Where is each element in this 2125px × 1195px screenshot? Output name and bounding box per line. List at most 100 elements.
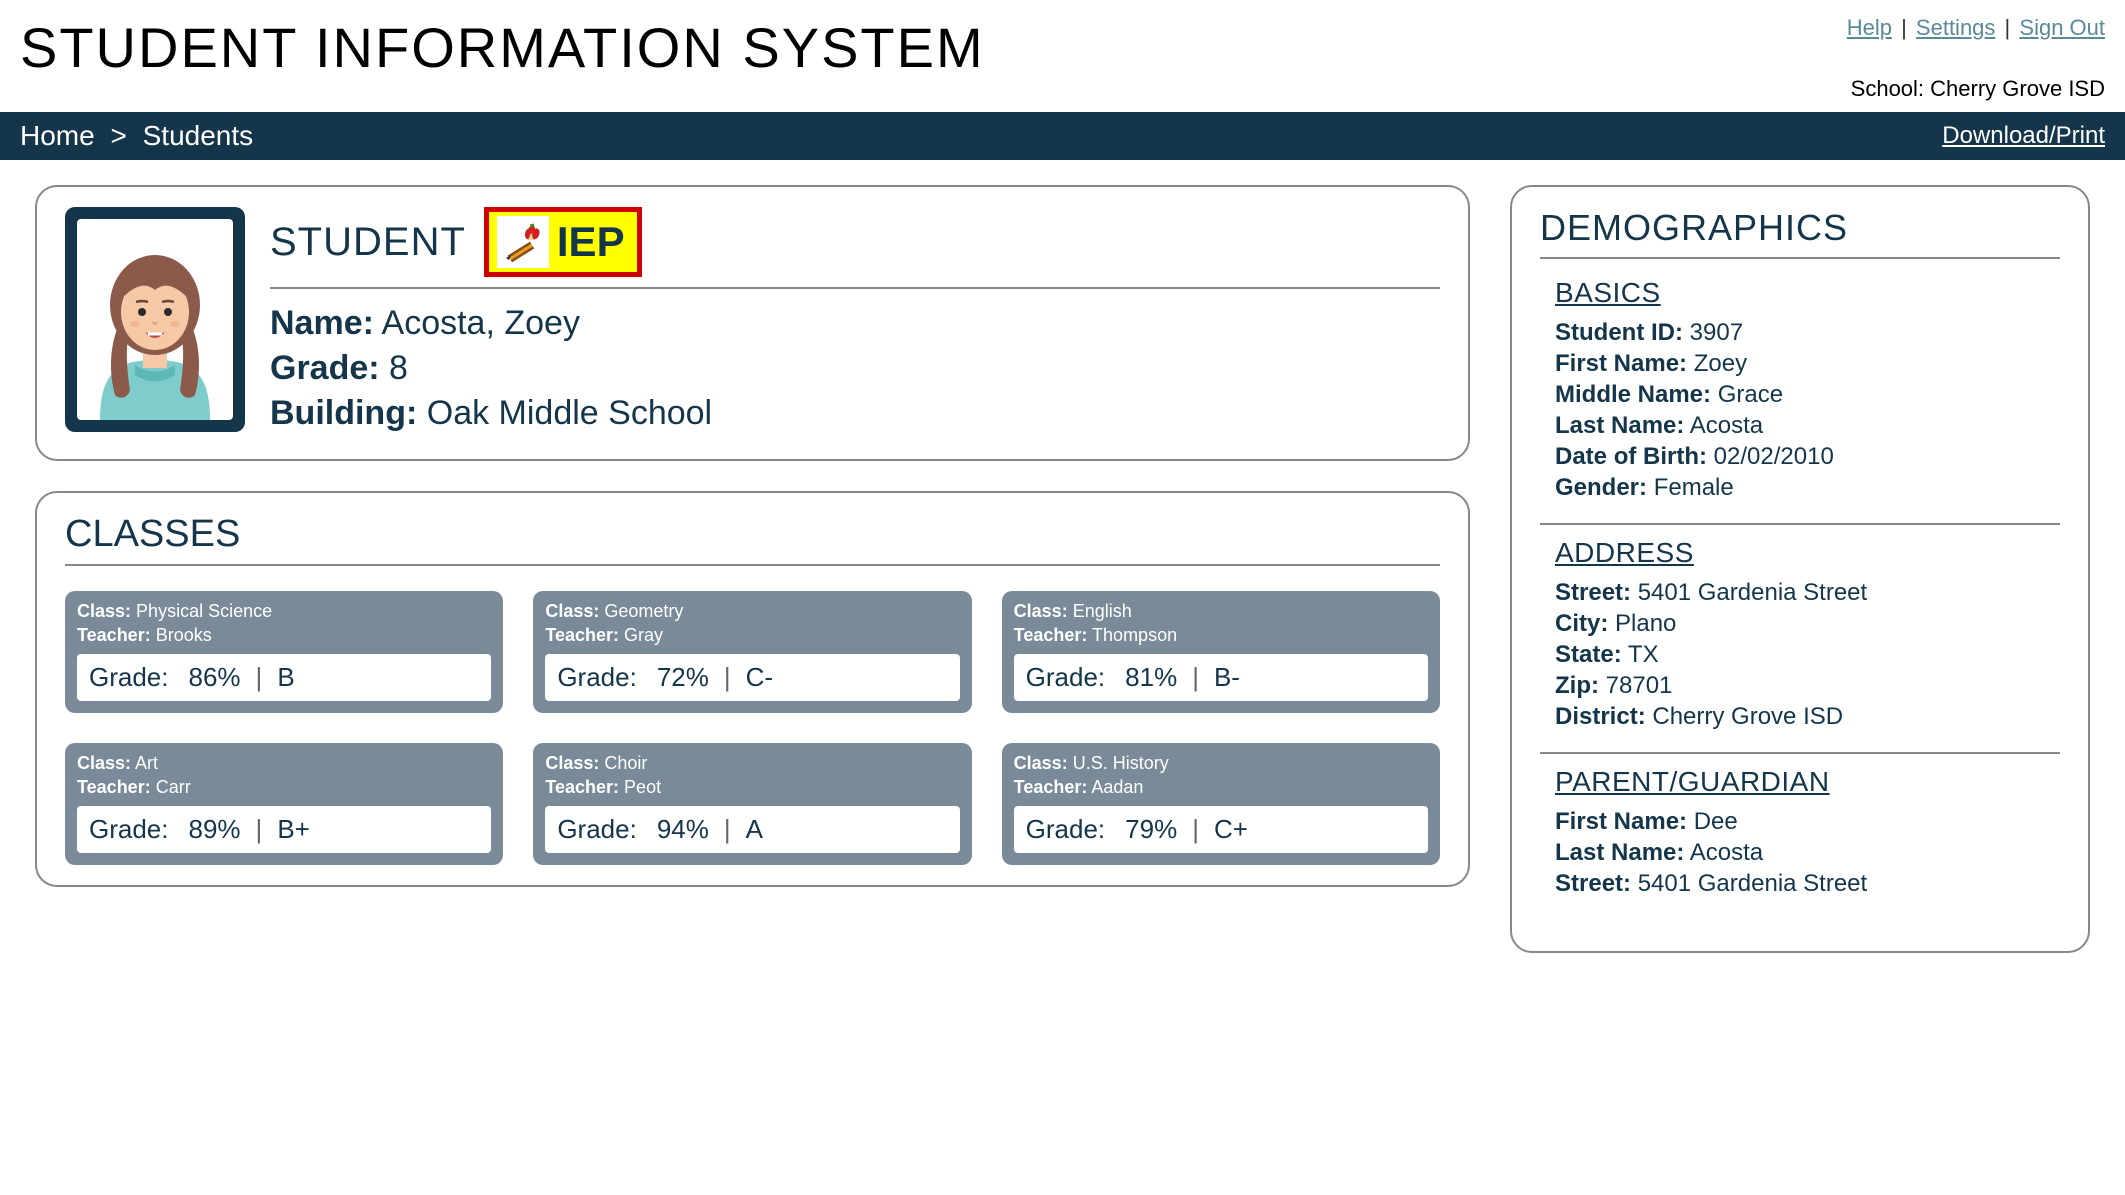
last-name-value: Acosta (1690, 412, 1763, 439)
city-label: City: (1555, 610, 1608, 637)
class-name-row: Class: U.S. History (1014, 753, 1428, 774)
grade-label: Grade: (1026, 662, 1106, 693)
separator: | (1192, 662, 1199, 693)
grade-percent: 79% (1125, 814, 1177, 845)
grade-percent: 86% (189, 662, 241, 693)
demographics-panel: DEMOGRAPHICS BASICS Student ID: 3907 Fir… (1510, 185, 2090, 953)
class-name-row: Class: English (1014, 601, 1428, 622)
iep-label: IEP (557, 218, 625, 266)
teacher-name: Brooks (156, 625, 212, 645)
teacher-row: Teacher: Peot (545, 777, 959, 798)
grade-box: Grade: 86% | B (77, 654, 491, 701)
last-name-label: Last Name: (1555, 412, 1684, 439)
class-name: Choir (604, 753, 647, 773)
guardian-street-value: 5401 Gardenia Street (1638, 870, 1868, 897)
grade-label: Grade: (89, 662, 169, 693)
class-card[interactable]: Class: Choir Teacher: Peot Grade: 94% | … (533, 743, 971, 865)
teacher-name: Peot (624, 777, 661, 797)
dob-value: 02/02/2010 (1714, 443, 1834, 470)
student-name-row: Name: Acosta, Zoey (270, 304, 1440, 343)
grade-letter: B+ (277, 814, 310, 845)
grade-letter: C- (746, 662, 773, 693)
separator: | (1901, 15, 1907, 40)
guardian-last-name-label: Last Name: (1555, 839, 1684, 866)
top-links: Help | Settings | Sign Out (1847, 15, 2105, 41)
grade-letter: A (746, 814, 763, 845)
iep-badge[interactable]: IEP (484, 207, 642, 277)
grade-letter: B (277, 662, 294, 693)
avatar-frame (65, 207, 245, 432)
grade-value: 8 (389, 349, 408, 387)
class-name: U.S. History (1073, 753, 1169, 773)
name-label: Name: (270, 304, 374, 342)
grade-box: Grade: 79% | C+ (1014, 806, 1428, 853)
teacher-row: Teacher: Carr (77, 777, 491, 798)
guardian-first-name-value: Dee (1694, 808, 1738, 835)
basics-heading: BASICS (1555, 277, 2045, 309)
classes-heading: CLASSES (65, 513, 1440, 566)
class-card[interactable]: Class: Physical Science Teacher: Brooks … (65, 591, 503, 713)
class-card[interactable]: Class: Art Teacher: Carr Grade: 89% | B+ (65, 743, 503, 865)
teacher-row: Teacher: Gray (545, 625, 959, 646)
class-name-row: Class: Geometry (545, 601, 959, 622)
help-link[interactable]: Help (1847, 15, 1892, 40)
student-id-label: Student ID: (1555, 319, 1683, 346)
first-name-value: Zoey (1694, 350, 1747, 377)
grade-percent: 72% (657, 662, 709, 693)
middle-name-value: Grace (1718, 381, 1783, 408)
class-name: Art (135, 753, 158, 773)
class-name-row: Class: Physical Science (77, 601, 491, 622)
grade-label: Grade: (89, 814, 169, 845)
state-value: TX (1628, 641, 1659, 668)
breadcrumb-students[interactable]: Students (143, 120, 254, 151)
avatar (77, 219, 233, 420)
grade-percent: 81% (1125, 662, 1177, 693)
site-title: STUDENT INFORMATION SYSTEM (20, 15, 985, 80)
first-name-label: First Name: (1555, 350, 1687, 377)
grade-percent: 89% (189, 814, 241, 845)
class-name: Physical Science (136, 601, 272, 621)
grade-letter: C+ (1214, 814, 1248, 845)
classes-panel: CLASSES Class: Physical Science Teacher:… (35, 491, 1470, 887)
guardian-street-label: Street: (1555, 870, 1631, 897)
teacher-name: Thompson (1092, 625, 1177, 645)
street-value: 5401 Gardenia Street (1638, 579, 1868, 606)
separator: | (256, 662, 263, 693)
chevron-right-icon: > (110, 120, 126, 151)
class-card[interactable]: Class: English Teacher: Thompson Grade: … (1002, 591, 1440, 713)
district-value: Cherry Grove ISD (1652, 703, 1843, 730)
grade-label: Grade: (270, 349, 380, 387)
breadcrumb: Home > Students (20, 120, 253, 152)
guardian-last-name-value: Acosta (1690, 839, 1763, 866)
district-label: District: (1555, 703, 1646, 730)
middle-name-label: Middle Name: (1555, 381, 1711, 408)
download-print-link[interactable]: Download/Print (1942, 122, 2105, 150)
class-name-row: Class: Art (77, 753, 491, 774)
student-id-value: 3907 (1690, 319, 1743, 346)
teacher-name: Gray (624, 625, 663, 645)
state-label: State: (1555, 641, 1622, 668)
class-card[interactable]: Class: Geometry Teacher: Gray Grade: 72%… (533, 591, 971, 713)
student-building-row: Building: Oak Middle School (270, 394, 1440, 433)
zip-label: Zip: (1555, 672, 1599, 699)
signout-link[interactable]: Sign Out (2019, 15, 2105, 40)
grade-box: Grade: 72% | C- (545, 654, 959, 701)
gender-value: Female (1654, 474, 1734, 501)
address-section: ADDRESS Street: 5401 Gardenia Street Cit… (1540, 537, 2060, 754)
teacher-name: Aadan (1091, 777, 1143, 797)
separator: | (724, 662, 731, 693)
school-display: School: Cherry Grove ISD (1847, 76, 2105, 102)
guardian-first-name-label: First Name: (1555, 808, 1687, 835)
settings-link[interactable]: Settings (1916, 15, 1996, 40)
separator: | (724, 814, 731, 845)
student-panel: STUDENT (35, 185, 1470, 461)
grade-label: Grade: (557, 662, 637, 693)
teacher-row: Teacher: Thompson (1014, 625, 1428, 646)
class-name-row: Class: Choir (545, 753, 959, 774)
city-value: Plano (1615, 610, 1676, 637)
class-name: English (1073, 601, 1132, 621)
separator: | (256, 814, 263, 845)
dob-label: Date of Birth: (1555, 443, 1707, 470)
class-card[interactable]: Class: U.S. History Teacher: Aadan Grade… (1002, 743, 1440, 865)
breadcrumb-home[interactable]: Home (20, 120, 95, 151)
